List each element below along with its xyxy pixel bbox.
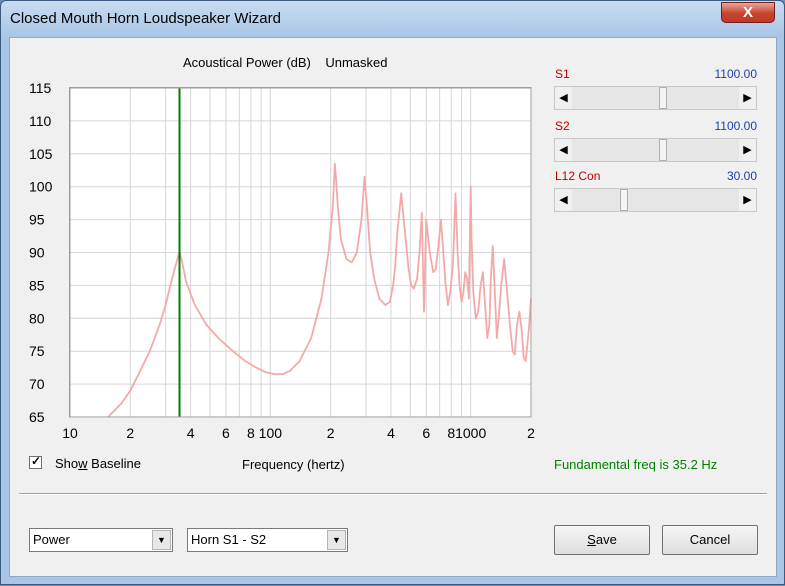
scroll-left-arrow-icon[interactable]: ◀ [555, 87, 572, 109]
plot-type-select[interactable]: Power ▼ [29, 528, 173, 552]
x-tick-label: 2 [327, 425, 335, 441]
dropdown-arrow-icon[interactable]: ▼ [327, 530, 346, 550]
x-tick-label: 2 [126, 425, 134, 441]
segment-select[interactable]: Horn S1 - S2 ▼ [187, 528, 348, 552]
y-tick-label: 80 [29, 310, 45, 326]
slider-label: S1 [555, 67, 570, 81]
save-label: ave [595, 532, 617, 547]
x-tick-label: 8 [247, 425, 255, 441]
slider-thumb[interactable] [659, 139, 668, 161]
scroll-left-arrow-icon[interactable]: ◀ [555, 139, 572, 161]
segment-value: Horn S1 - S2 [191, 532, 267, 547]
y-tick-label: 85 [29, 277, 45, 293]
show-baseline-label: Show Baseline [55, 456, 141, 471]
checkmark-icon: ✓ [31, 454, 42, 468]
label-part: Baseline [87, 456, 142, 471]
slider-value: 1100.00 [714, 67, 758, 81]
y-tick-label: 115 [29, 80, 52, 96]
slider-scrollbar[interactable]: ◀ ▶ [554, 86, 757, 110]
y-tick-label: 100 [29, 179, 53, 195]
scroll-right-arrow-icon[interactable]: ▶ [739, 87, 756, 109]
y-tick-label: 70 [29, 376, 45, 392]
save-accel: S [587, 532, 596, 547]
fundamental-frequency-status: Fundamental freq is 35.2 Hz [554, 457, 718, 472]
x-tick-label: 100 [259, 425, 283, 441]
scroll-left-arrow-icon[interactable]: ◀ [555, 189, 572, 211]
x-tick-label: 4 [387, 425, 395, 441]
slider-label: S2 [555, 119, 570, 133]
slider-scrollbar[interactable]: ◀ ▶ [554, 188, 757, 212]
wizard-window: Closed Mouth Horn Loudspeaker Wizard X A… [0, 0, 785, 585]
x-tick-label: 6 [422, 425, 430, 441]
y-tick-label: 95 [29, 212, 45, 228]
cancel-button[interactable]: Cancel [662, 525, 758, 555]
plot-type-value: Power [33, 532, 70, 547]
slider-value: 1100.00 [714, 119, 758, 133]
x-tick-label: 10 [62, 425, 78, 441]
slider-value: 30.00 [726, 169, 757, 183]
slider-thumb[interactable] [659, 87, 668, 109]
y-tick-label: 110 [29, 113, 52, 129]
y-tick-label: 105 [29, 146, 53, 162]
slider-scrollbar[interactable]: ◀ ▶ [554, 138, 757, 162]
y-tick-label: 65 [29, 409, 45, 425]
x-tick-label: 2 [527, 425, 535, 441]
x-tick-label: 6 [222, 425, 230, 441]
separator-line [19, 493, 767, 495]
y-tick-label: 90 [29, 245, 45, 261]
checkbox-box[interactable]: ✓ [29, 454, 42, 469]
slider-thumb[interactable] [619, 189, 628, 211]
x-tick-label: 4 [187, 425, 195, 441]
x-tick-label: 1000 [455, 425, 486, 441]
scroll-right-arrow-icon[interactable]: ▶ [739, 189, 756, 211]
y-tick-label: 75 [29, 343, 45, 359]
label-part: Sho [55, 456, 79, 471]
label-accel: w [78, 456, 88, 471]
x-axis-label: Frequency (hertz) [242, 457, 345, 472]
dropdown-arrow-icon[interactable]: ▼ [152, 530, 171, 550]
save-button[interactable]: Save [554, 525, 650, 555]
slider-label: L12 Con [555, 169, 601, 183]
scroll-right-arrow-icon[interactable]: ▶ [739, 139, 756, 161]
